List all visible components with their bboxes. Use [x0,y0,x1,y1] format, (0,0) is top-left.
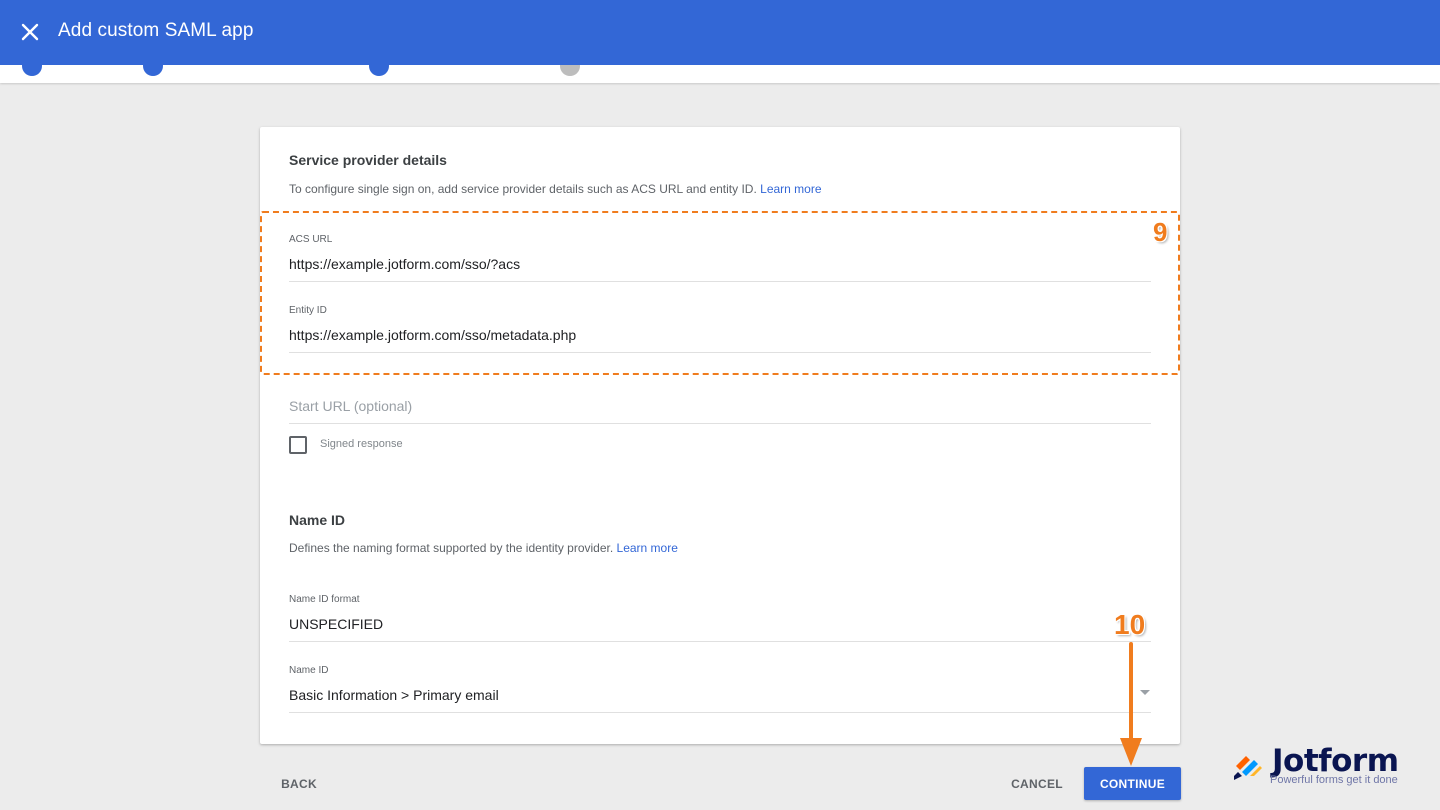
acs-url-input[interactable]: https://example.jotform.com/sso/?acs [289,256,1151,282]
name-id-learn-more-link[interactable]: Learn more [617,541,678,555]
entity-id-input[interactable]: https://example.jotform.com/sso/metadata… [289,327,1151,353]
name-id-format-label: Name ID format [289,594,360,605]
name-id-label: Name ID [289,665,329,676]
cancel-button[interactable]: CANCEL [1002,767,1072,800]
start-url-input[interactable]: Start URL (optional) [289,398,1151,424]
name-id-title: Name ID [289,512,346,528]
jotform-logo: Jotform Powerful forms get it done [1232,743,1412,790]
name-id-format-select[interactable]: UNSPECIFIED [289,616,1151,642]
page-title: Add custom SAML app [58,20,254,41]
back-button[interactable]: BACK [270,767,328,800]
signed-response-label: Signed response [320,438,403,450]
step-1-indicator [22,65,42,76]
step-4-indicator [560,65,580,76]
saml-config-card: Service provider details To configure si… [260,127,1180,744]
continue-button[interactable]: CONTINUE [1084,767,1181,800]
annotation-step-9: 9 [1153,217,1168,247]
acs-url-label: ACS URL [289,234,333,245]
jotform-tagline: Powerful forms get it done [1270,774,1398,786]
app-header: Add custom SAML app [0,0,1440,65]
signed-response-checkbox[interactable] [289,436,307,454]
annotation-arrow-icon [1120,642,1142,766]
jotform-logo-icon [1234,756,1262,780]
stepper [0,65,1440,83]
step-2-indicator [143,65,163,76]
entity-id-label: Entity ID [289,305,327,316]
step-3-indicator [369,65,389,76]
name-id-select[interactable]: Basic Information > Primary email [289,687,1151,713]
service-provider-learn-more-link[interactable]: Learn more [760,182,821,196]
service-provider-description: To configure single sign on, add service… [289,182,822,196]
service-provider-title: Service provider details [289,152,447,168]
annotation-step-10: 10 [1114,609,1146,640]
close-icon[interactable] [18,20,42,44]
name-id-description: Defines the naming format supported by t… [289,541,678,555]
